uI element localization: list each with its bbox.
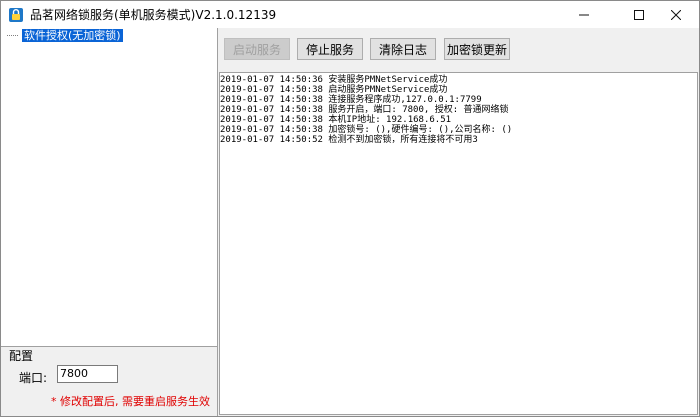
main-window: 品茗网络锁服务(单机服务模式)V2.1.0.12139 软件授权(无加密锁) 配…: [0, 0, 700, 417]
log-line: 2019-01-07 14:50:38 服务开启，端口: 7800, 授权: 普…: [220, 105, 509, 115]
window-title: 品茗网络锁服务(单机服务模式)V2.1.0.12139: [30, 8, 277, 22]
clear-log-button[interactable]: 清除日志: [370, 38, 436, 60]
toolbar: 启动服务 停止服务 清除日志 加密锁更新: [219, 28, 699, 72]
close-icon: [671, 9, 681, 20]
port-label: 端口:: [19, 371, 48, 385]
stop-service-button[interactable]: 停止服务: [297, 38, 363, 60]
title-bar[interactable]: 品茗网络锁服务(单机服务模式)V2.1.0.12139: [1, 1, 699, 28]
close-button[interactable]: [653, 1, 699, 28]
maximize-icon: [634, 9, 644, 20]
log-line: 2019-01-07 14:50:38 启动服务PMNetService成功: [220, 85, 448, 95]
log-line: 2019-01-07 14:50:38 加密锁号: (),硬件编号: (),公司…: [220, 125, 513, 135]
config-note: * 修改配置后, 需要重启服务生效: [51, 395, 210, 408]
log-line: 2019-01-07 14:50:36 安装服务PMNetService成功: [220, 75, 448, 85]
log-line: 2019-01-07 14:50:38 连接服务程序成功,127.0.0.1:7…: [220, 95, 482, 105]
update-lock-button[interactable]: 加密锁更新: [444, 38, 510, 60]
app-lock-icon: [9, 7, 23, 22]
tree-item-label[interactable]: 软件授权(无加密锁): [22, 29, 123, 42]
config-panel: 配置 端口: 7800 * 修改配置后, 需要重启服务生效: [1, 347, 218, 416]
minimize-icon: [579, 14, 589, 15]
minimize-button[interactable]: [561, 1, 607, 28]
tree-connector-line: [7, 35, 18, 36]
config-title: 配置: [9, 349, 34, 363]
port-input[interactable]: 7800: [57, 365, 118, 383]
start-service-button[interactable]: 启动服务: [224, 38, 290, 60]
license-tree[interactable]: 软件授权(无加密锁): [1, 28, 218, 347]
log-line: 2019-01-07 14:50:52 检测不到加密锁，所有连接将不可用3: [220, 135, 478, 145]
log-view[interactable]: 2019-01-07 14:50:36 安装服务PMNetService成功 2…: [219, 72, 698, 415]
tree-item-license[interactable]: 软件授权(无加密锁): [7, 29, 123, 42]
log-line: 2019-01-07 14:50:38 本机IP地址: 192.168.6.51: [220, 115, 452, 125]
